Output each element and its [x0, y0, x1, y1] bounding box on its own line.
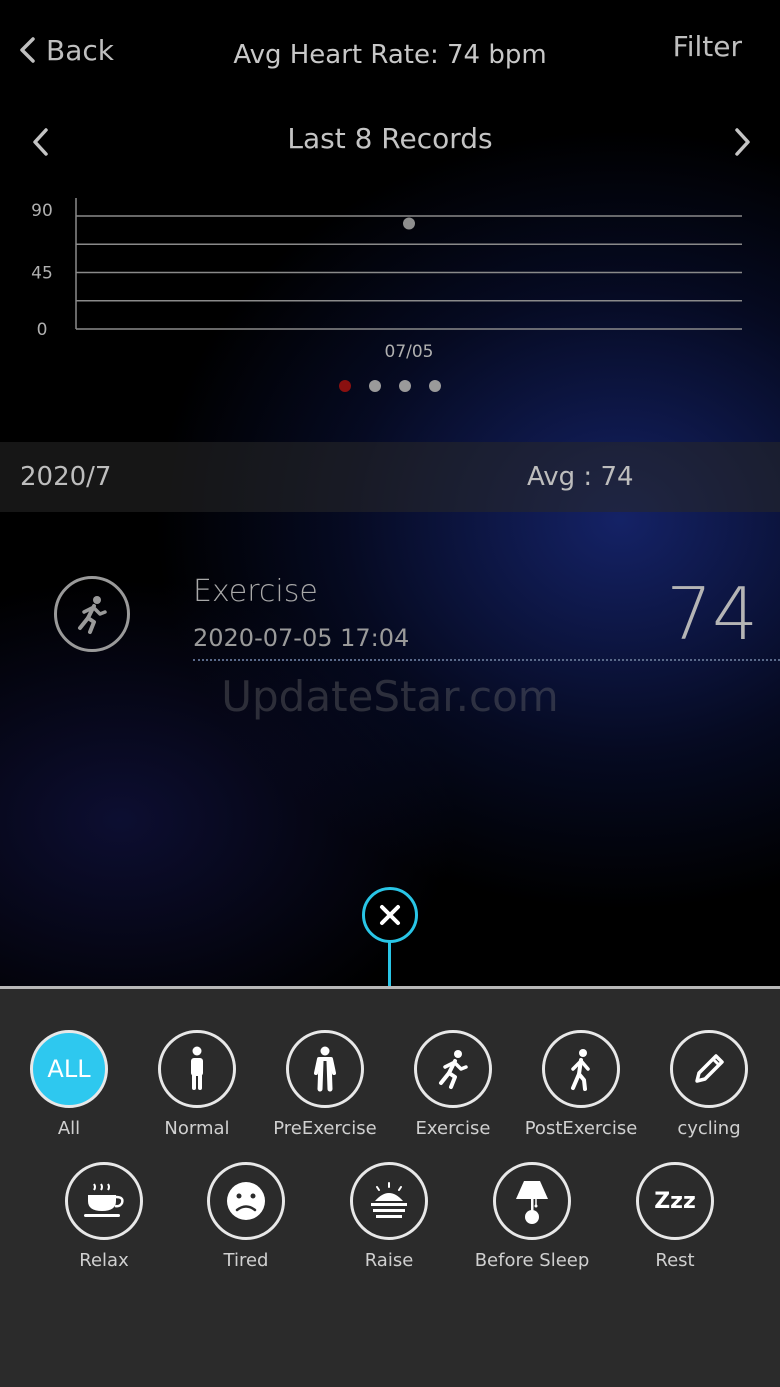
pager-dots [0, 380, 780, 392]
mode-option-relax[interactable]: Relax [34, 1162, 174, 1271]
page-title: Avg Heart Rate: 74 bpm [233, 40, 547, 70]
mode-label: PostExercise [524, 1118, 638, 1139]
records-title: Last 8 Records [287, 122, 493, 155]
pager-dot[interactable] [339, 380, 351, 392]
coffee-cup-icon [65, 1162, 143, 1240]
mode-option-normal[interactable]: Normal [127, 1030, 267, 1139]
chart-y-tick-label: 90 [31, 201, 53, 221]
month-average: Avg : 74 [527, 462, 634, 492]
chart-data-point [403, 217, 415, 230]
chart-y-tick-label: 0 [37, 320, 48, 340]
pager-dot[interactable] [429, 380, 441, 392]
mode-option-rest[interactable]: Zzz Rest [605, 1162, 745, 1271]
mode-label: Raise [364, 1250, 414, 1271]
mode-label: PreExercise [273, 1118, 377, 1139]
standing-person-icon [158, 1030, 236, 1108]
next-records-button[interactable] [728, 124, 758, 160]
close-icon [380, 905, 400, 925]
record-mode[interactable]: Exercise [193, 574, 318, 609]
mode-label: All [57, 1118, 81, 1139]
lamp-icon [493, 1162, 571, 1240]
mode-option-preexercise[interactable]: PreExercise [255, 1030, 395, 1139]
record-heart-rate-value: 74 [666, 572, 758, 656]
filter-button[interactable]: Filter [673, 30, 742, 63]
mode-option-cycling[interactable]: cycling [639, 1030, 779, 1139]
person-icon [286, 1030, 364, 1108]
mode-option-raise[interactable]: Raise [319, 1162, 459, 1271]
all-icon: ALL [30, 1030, 108, 1108]
mode-option-before-sleep[interactable]: Before Sleep [462, 1162, 602, 1271]
running-person-icon [54, 576, 130, 652]
mode-label: cycling [677, 1118, 741, 1139]
chevron-right-icon [735, 128, 750, 156]
mode-label: Relax [79, 1250, 129, 1271]
month-label: 2020/7 [20, 462, 112, 492]
mode-option-all[interactable]: ALL All [0, 1030, 139, 1139]
record-datetime: 2020-07-05 17:04 [193, 624, 410, 652]
sad-face-icon [207, 1162, 285, 1240]
mode-option-exercise[interactable]: Exercise [383, 1030, 523, 1139]
walking-person-icon [542, 1030, 620, 1108]
mode-option-tired[interactable]: Tired [176, 1162, 316, 1271]
close-filter-button[interactable] [362, 887, 418, 943]
running-person-icon [414, 1030, 492, 1108]
mode-label: Exercise [415, 1118, 491, 1139]
mode-label: Normal [164, 1118, 230, 1139]
mode-label: Tired [223, 1250, 269, 1271]
heart-rate-chart: 90 45 0 07/05 [31, 198, 742, 362]
pager-dot[interactable] [399, 380, 411, 392]
close-button-stem [388, 940, 391, 986]
zzz-text: Zzz [654, 1188, 696, 1214]
chart-x-tick-label: 07/05 [385, 342, 434, 362]
pencil-icon [670, 1030, 748, 1108]
month-summary-bar [0, 442, 780, 512]
chart-y-tick-label: 45 [31, 264, 53, 284]
zzz-icon: Zzz [636, 1162, 714, 1240]
record-divider [193, 659, 780, 661]
mode-label: Before Sleep [474, 1250, 590, 1271]
mode-label: Rest [655, 1250, 695, 1271]
mode-option-postexercise[interactable]: PostExercise [511, 1030, 651, 1139]
sunrise-icon [350, 1162, 428, 1240]
watermark: UpdateStar.com [221, 672, 559, 721]
pager-dot[interactable] [369, 380, 381, 392]
